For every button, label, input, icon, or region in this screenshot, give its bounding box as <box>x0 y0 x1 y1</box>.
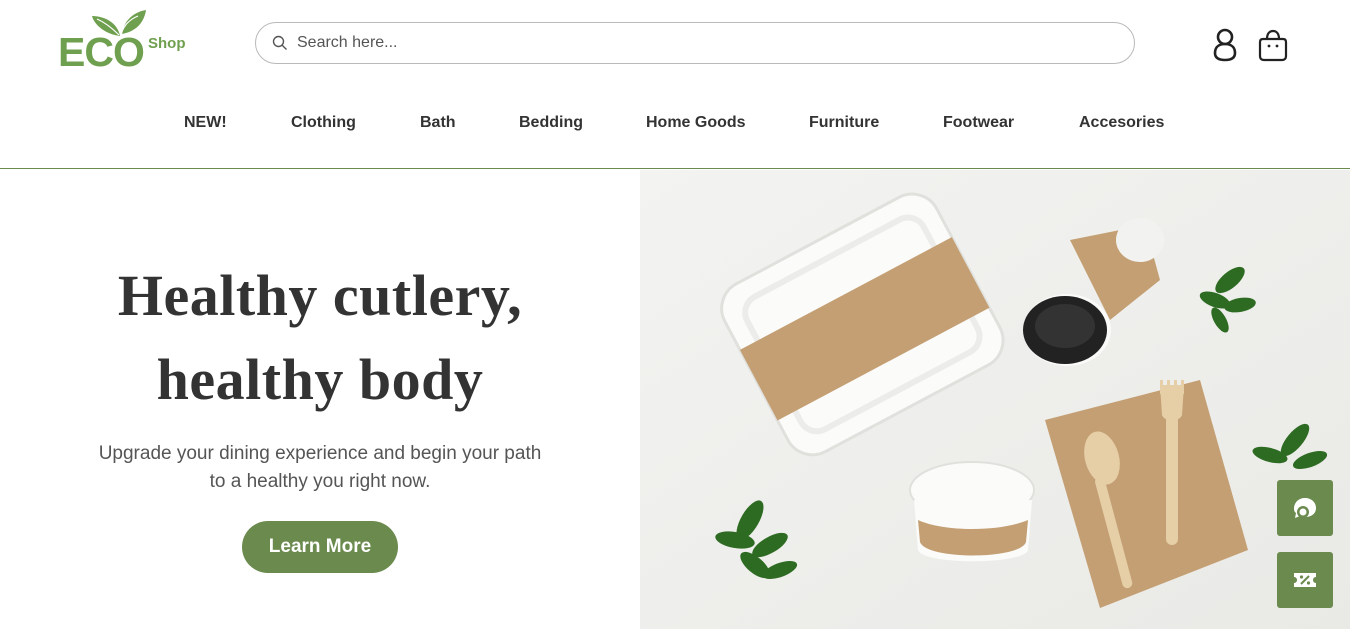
main-nav: NEW! Clothing Bath Bedding Home Goods Fu… <box>0 108 1350 142</box>
search-icon <box>272 35 287 50</box>
chat-bubbles-icon <box>1294 498 1316 518</box>
logo-subtext: Shop <box>148 35 186 52</box>
search-input[interactable] <box>297 34 1077 52</box>
hero-image <box>640 170 1350 629</box>
nav-item-footwear[interactable]: Footwear <box>943 114 1014 132</box>
nav-item-clothing[interactable]: Clothing <box>291 114 356 132</box>
search-bar[interactable] <box>255 22 1135 64</box>
learn-more-button[interactable]: Learn More <box>242 521 398 573</box>
hero-title-line-1: Healthy cutlery, <box>117 263 523 328</box>
discount-button[interactable] <box>1277 552 1333 608</box>
site-header: ECO Shop NEW! Clothing Bath Bedding Home… <box>0 0 1350 169</box>
nav-item-furniture[interactable]: Furniture <box>809 114 879 132</box>
tableware-illustration <box>640 170 1350 629</box>
user-icon[interactable] <box>1209 27 1241 63</box>
nav-item-home-goods[interactable]: Home Goods <box>646 114 746 132</box>
hero-text-panel: Healthy cutlery, healthy body Upgrade yo… <box>0 170 640 629</box>
hero-title: Healthy cutlery, healthy body <box>0 254 640 422</box>
nav-item-bedding[interactable]: Bedding <box>519 114 583 132</box>
hero-title-line-2: healthy body <box>156 347 484 412</box>
nav-item-accesories[interactable]: Accesories <box>1079 114 1164 132</box>
shopping-bag-icon[interactable] <box>1257 28 1289 62</box>
logo-text: ECO <box>58 29 145 75</box>
chat-button[interactable] <box>1277 480 1333 536</box>
nav-item-bath[interactable]: Bath <box>420 114 456 132</box>
hero-subtitle: Upgrade your dining experience and begin… <box>98 443 542 492</box>
discount-ticket-icon <box>1294 573 1316 587</box>
nav-item-new[interactable]: NEW! <box>184 114 227 132</box>
logo[interactable]: ECO Shop <box>58 8 198 76</box>
